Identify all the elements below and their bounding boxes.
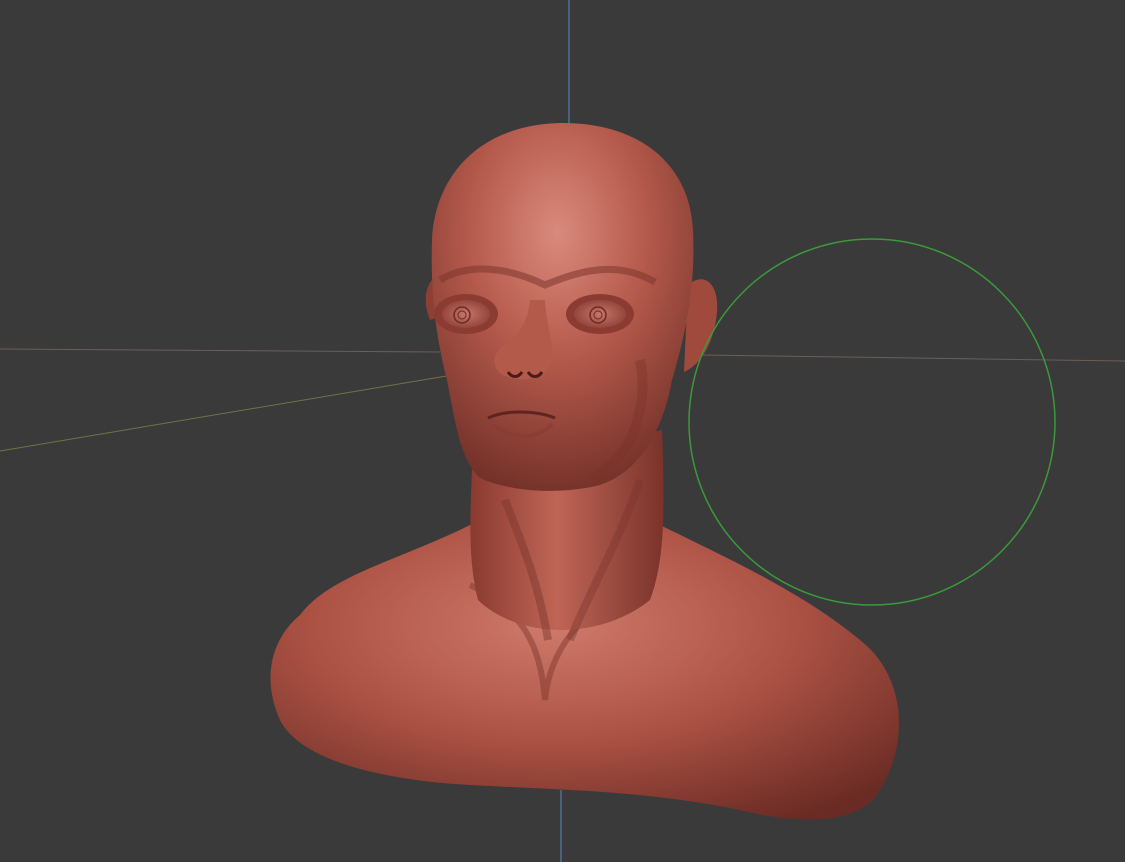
x-axis-line <box>0 348 441 353</box>
viewport-scene[interactable] <box>0 0 1125 862</box>
brush-cursor[interactable] <box>688 238 1056 606</box>
sculpt-viewport[interactable] <box>0 0 1125 862</box>
model-eye-left <box>434 294 498 334</box>
x-axis-line-right <box>699 354 1125 362</box>
model-eye-right <box>566 294 634 334</box>
y-axis-line <box>0 366 501 452</box>
sculpt-model[interactable] <box>270 122 899 820</box>
